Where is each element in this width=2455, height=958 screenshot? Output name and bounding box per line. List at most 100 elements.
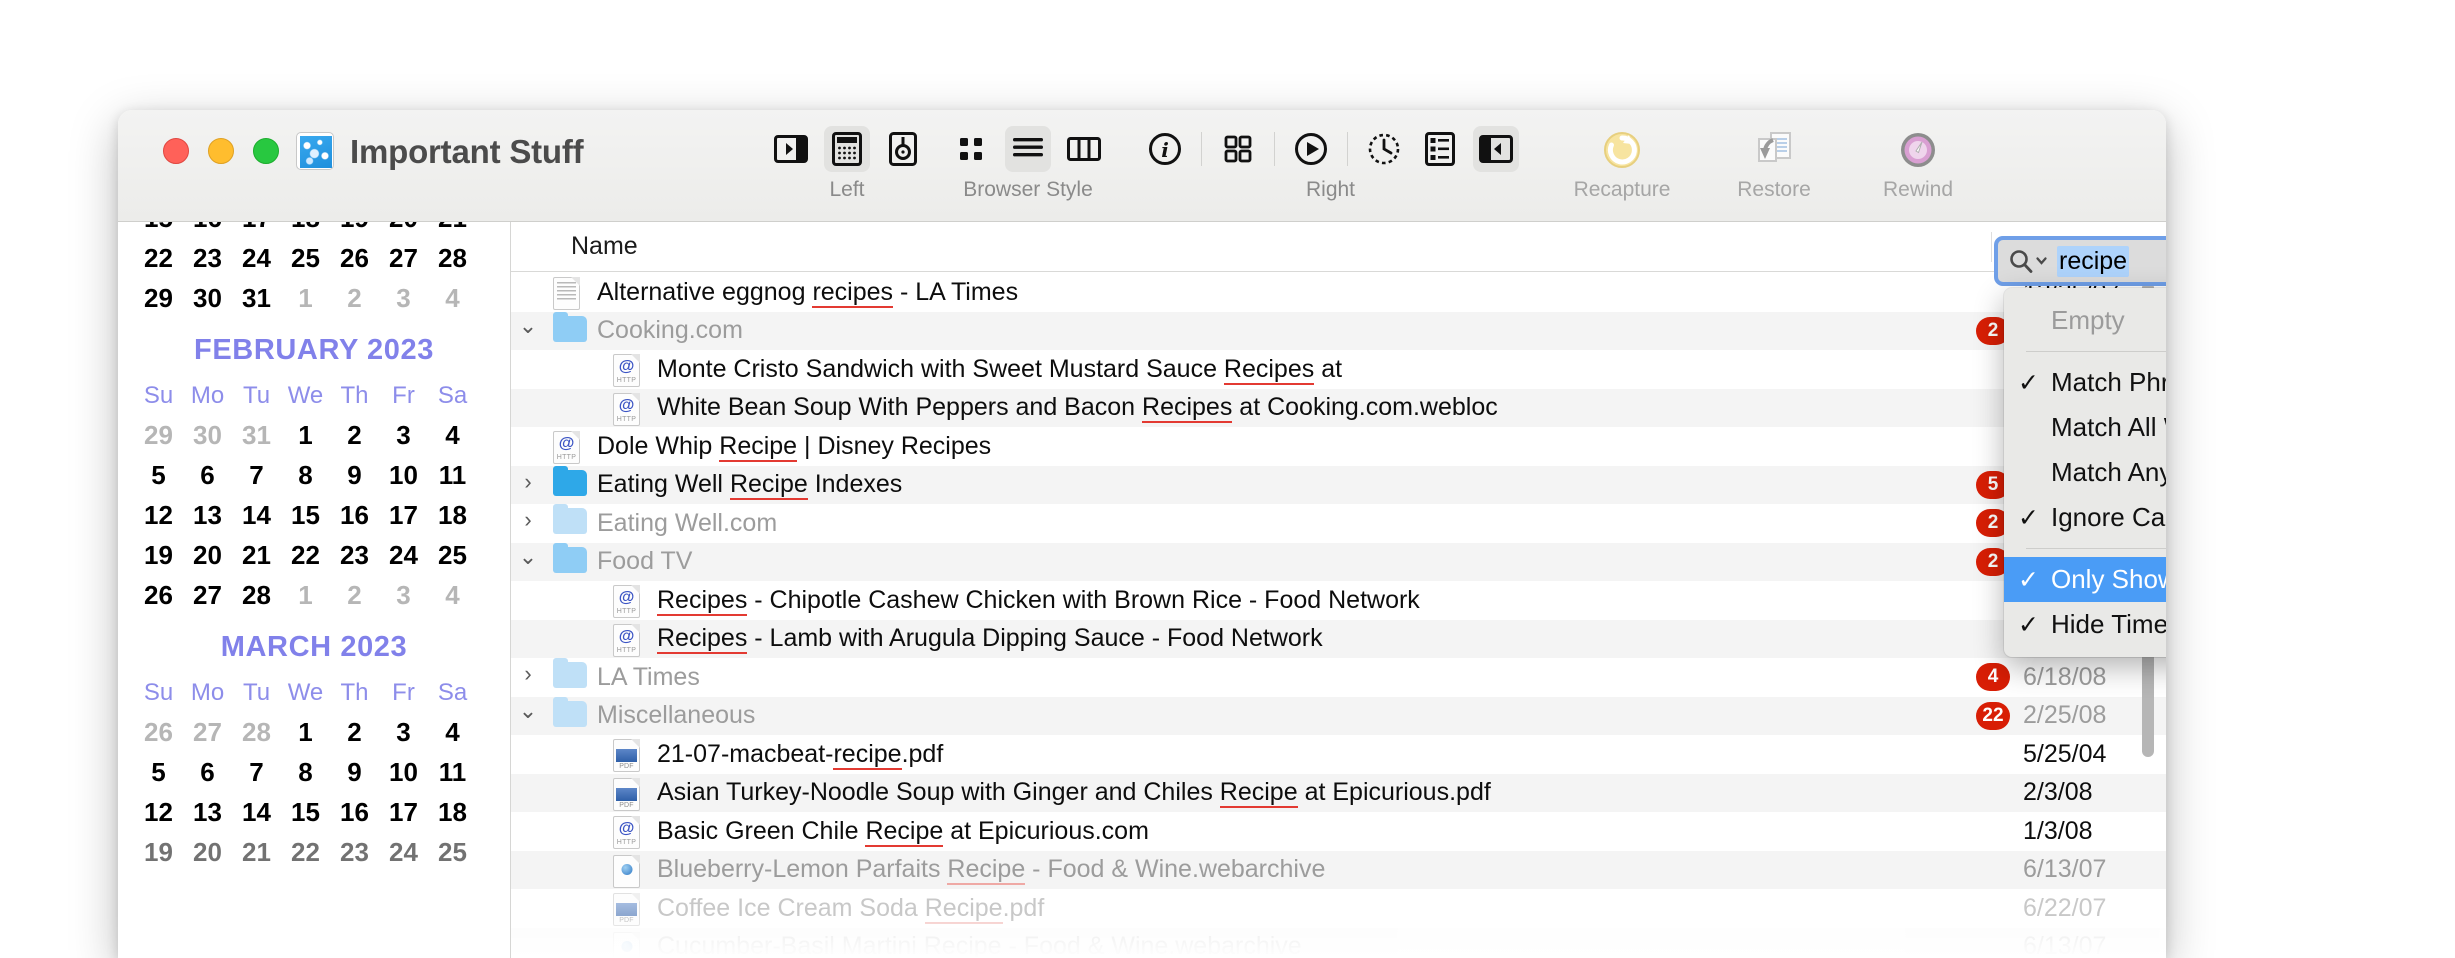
play-icon[interactable] xyxy=(1288,126,1334,172)
calendar-day[interactable]: 23 xyxy=(330,535,379,575)
calendar-day[interactable]: 19 xyxy=(134,535,183,575)
calendar-day[interactable]: 15 xyxy=(281,495,330,535)
menu-item-ignore-case[interactable]: ✓ Ignore Case xyxy=(2004,495,2166,540)
calendar-day[interactable]: 18 xyxy=(428,792,477,832)
calendar-day[interactable]: 30 xyxy=(183,415,232,455)
toggle-right-sidebar-icon[interactable] xyxy=(1473,126,1519,172)
calendar-day[interactable]: 25 xyxy=(428,832,477,872)
disclosure-triangle[interactable]: ⌄ xyxy=(515,314,541,337)
calendar-day[interactable]: 20 xyxy=(183,535,232,575)
calendar-day[interactable]: 24 xyxy=(379,832,428,872)
calendar-day[interactable]: 19 xyxy=(330,222,379,238)
calendar-day[interactable]: 24 xyxy=(379,535,428,575)
calendar-day[interactable]: 2 xyxy=(330,575,379,615)
calendar-day[interactable]: 5 xyxy=(134,752,183,792)
calendar-day[interactable]: 1 xyxy=(281,575,330,615)
search-icon[interactable] xyxy=(2008,248,2048,274)
zoom-button[interactable] xyxy=(253,138,279,164)
calendar-day[interactable]: 5 xyxy=(134,455,183,495)
calendar-day[interactable]: 15 xyxy=(134,222,183,238)
calendar-day[interactable]: 27 xyxy=(183,712,232,752)
table-row[interactable]: @ HTTP Recipes - Chipotle Cashew Chicken w… xyxy=(511,581,2166,620)
media-player-icon[interactable] xyxy=(880,126,926,172)
calendar-day[interactable]: 16 xyxy=(330,792,379,832)
calendar-day[interactable]: 8 xyxy=(281,455,330,495)
calendar-day[interactable]: 24 xyxy=(232,238,281,278)
calendar-day[interactable]: 9 xyxy=(330,455,379,495)
calendar-day[interactable]: 3 xyxy=(379,575,428,615)
disclosure-triangle[interactable]: › xyxy=(515,509,541,531)
disclosure-triangle[interactable]: › xyxy=(515,470,541,493)
table-row[interactable]: ›Eating Well Recipe Indexes511/27/05711 … xyxy=(511,465,2166,504)
calendar-day[interactable]: 8 xyxy=(281,752,330,792)
table-row[interactable]: PDF Asian Turkey-Noodle Soup with Ginger … xyxy=(511,773,2166,812)
calendar-day[interactable]: 11 xyxy=(428,752,477,792)
calendar-day[interactable]: 18 xyxy=(428,495,477,535)
table-row[interactable]: Alternative eggnog recipes - LA Times12/… xyxy=(511,273,2166,312)
calendar-day[interactable]: 3 xyxy=(379,712,428,752)
calendar-day[interactable]: 9 xyxy=(330,752,379,792)
list-view-icon[interactable] xyxy=(1005,126,1051,172)
table-row[interactable]: Blueberry-Lemon Parfaits Recipe - Food &… xyxy=(511,850,2166,889)
calendar-sidebar[interactable]: 15161718192021222324252627282930311234FE… xyxy=(118,222,510,958)
calendar-day[interactable]: 2 xyxy=(330,712,379,752)
calendar-day[interactable]: 23 xyxy=(183,238,232,278)
search-input[interactable]: recipe ✕ xyxy=(1994,236,2166,286)
calendar-day[interactable]: 17 xyxy=(379,495,428,535)
calendar-day[interactable]: 12 xyxy=(134,495,183,535)
info-icon[interactable]: i xyxy=(1142,126,1188,172)
disclosure-triangle[interactable]: › xyxy=(515,663,541,685)
icon-view-icon[interactable] xyxy=(949,126,995,172)
disclosure-triangle[interactable]: ⌄ xyxy=(515,699,541,722)
calendar-day[interactable]: 14 xyxy=(232,495,281,535)
table-row[interactable]: ›Eating Well.com28/15/07355 KBFo xyxy=(511,504,2166,543)
menu-item-hide-timelines-while-searching[interactable]: ✓ Hide Timelines While Searching xyxy=(2004,602,2166,647)
table-row[interactable]: @ HTTP Basic Green Chile Recipe at Epicuri… xyxy=(511,812,2166,851)
calendar-day[interactable]: 22 xyxy=(134,238,183,278)
calendar-day[interactable]: 4 xyxy=(428,415,477,455)
column-view-icon[interactable] xyxy=(1061,126,1107,172)
calendar-day[interactable]: 28 xyxy=(232,712,281,752)
calendar-day[interactable]: 22 xyxy=(281,832,330,872)
calendar-day[interactable]: 16 xyxy=(330,495,379,535)
calendar-day[interactable]: 3 xyxy=(379,278,428,318)
calendar-day[interactable]: 25 xyxy=(281,238,330,278)
calendar-day[interactable]: 30 xyxy=(183,278,232,318)
calendar-day[interactable]: 4 xyxy=(428,575,477,615)
clock-icon[interactable] xyxy=(1361,126,1407,172)
table-row[interactable]: ›LA Times46/18/0817 MBFolder xyxy=(511,658,2166,697)
calendar-day[interactable]: 25 xyxy=(428,535,477,575)
column-header-name[interactable]: Name xyxy=(571,232,638,261)
table-row[interactable]: @ HTTP Monte Cristo Sandwich with Sweet Mu… xyxy=(511,350,2166,389)
calendar-day[interactable]: 2 xyxy=(330,278,379,318)
minimize-button[interactable] xyxy=(208,138,234,164)
calendar-day[interactable]: 13 xyxy=(183,792,232,832)
grid-icon[interactable] xyxy=(1215,126,1261,172)
calculator-icon[interactable] xyxy=(824,126,870,172)
calendar-day[interactable]: 28 xyxy=(232,575,281,615)
recapture-action[interactable]: Recapture xyxy=(1574,126,1670,202)
calendar-day[interactable]: 22 xyxy=(281,535,330,575)
menu-item-match-all-words[interactable]: Match All Words xyxy=(2004,405,2166,450)
calendar-day[interactable]: 21 xyxy=(232,832,281,872)
menu-item-only-show-matching-items[interactable]: ✓ Only Show Matching Items xyxy=(2004,557,2166,602)
calendar-day[interactable]: 21 xyxy=(232,535,281,575)
close-button[interactable] xyxy=(163,138,189,164)
calendar-day[interactable]: 29 xyxy=(134,415,183,455)
calendar-day[interactable]: 4 xyxy=(428,712,477,752)
calendar-day[interactable]: 26 xyxy=(330,238,379,278)
calendar-day[interactable]: 17 xyxy=(232,222,281,238)
disclosure-triangle[interactable]: ⌄ xyxy=(515,545,541,568)
calendar-day[interactable]: 1 xyxy=(281,278,330,318)
calendar-day[interactable]: 3 xyxy=(379,415,428,455)
calendar-day[interactable]: 4 xyxy=(428,278,477,318)
calendar-day[interactable]: 31 xyxy=(232,415,281,455)
table-row[interactable]: ⌄Miscellaneous222/25/085.4 MBFolder xyxy=(511,696,2166,735)
table-row[interactable]: PDF21-07-macbeat-recipe.pdf5/25/0467 KBP… xyxy=(511,735,2166,774)
calendar-day[interactable]: 19 xyxy=(134,832,183,872)
calendar-day[interactable]: 27 xyxy=(379,238,428,278)
calendar-day[interactable]: 31 xyxy=(232,278,281,318)
calendar-day[interactable]: 16 xyxy=(183,222,232,238)
table-row[interactable]: @HTTPDole Whip Recipe | Disney Recipes7/… xyxy=(511,427,2166,466)
calendar-day[interactable]: 13 xyxy=(183,495,232,535)
